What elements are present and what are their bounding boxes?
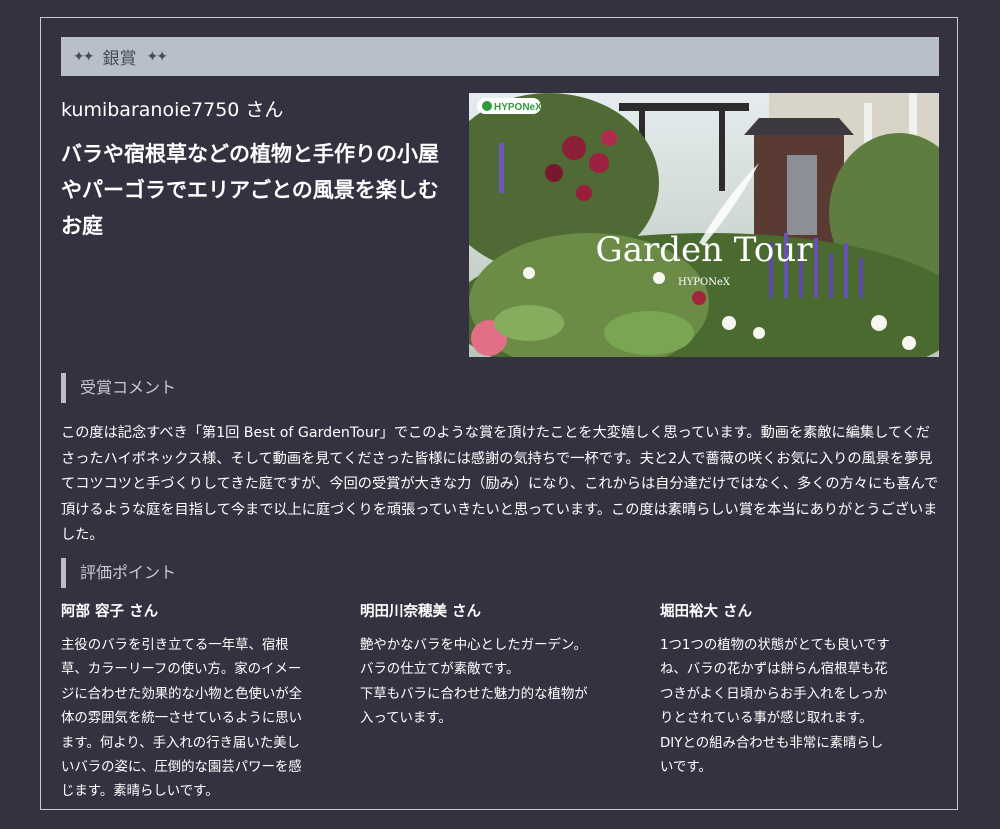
judge-name: 堀田裕大 さん: [660, 604, 753, 620]
judge-column: 明田川奈穂美 さん 艶やかなバラを中心としたガーデン。 バラの仕立てが素敵です。…: [360, 601, 645, 732]
user-name: kumibaranoie7750 さん: [61, 99, 284, 121]
entry-headline: バラや宿根草などの植物と手作りの小屋やパーゴラでエリアごとの風景を楽しむお庭: [61, 142, 439, 238]
sparkle-icon: ✦✦: [146, 48, 168, 65]
judge-name: 明田川奈穂美 さん: [360, 604, 482, 620]
photo-logo: HYPONeX: [494, 102, 542, 113]
judge-column: 堀田裕大 さん 1つ1つの植物の状態がとても良いです ね、バラの花かずは餅らん宿…: [660, 601, 945, 780]
award-title: 銀賞: [102, 49, 137, 69]
judge-comment: 艶やかなバラを中心としたガーデン。 バラの仕立てが素敵です。 下草もバラに合わせ…: [360, 638, 588, 727]
award-comment: この度は記念すべき「第1回 Best of GardenTour」でこのような賞…: [61, 425, 939, 543]
comment-heading: 受賞コメント: [61, 373, 176, 403]
award-banner: ✦✦ 銀賞 ✦✦: [61, 37, 939, 76]
judge-column: 阿部 容子 さん 主役のバラを引き立てる一年草、宿根 草、カラーリーフの使い方。…: [61, 601, 346, 805]
judge-name: 阿部 容子 さん: [61, 604, 159, 620]
judge-comment: 1つ1つの植物の状態がとても良いです ね、バラの花かずは餅らん宿根草も花 つきが…: [660, 638, 890, 776]
judge-comment: 主役のバラを引き立てる一年草、宿根 草、カラーリーフの使い方。家のイメー ジに合…: [61, 638, 303, 800]
sparkle-icon: ✦✦: [73, 48, 95, 65]
photo-subtitle: HYPONeX: [678, 277, 731, 288]
photo-title: Garden Tour: [596, 230, 814, 270]
garden-photo: HYPONeX Garden Tour HYPONeX: [469, 93, 939, 357]
evaluation-heading: 評価ポイント: [61, 558, 176, 588]
